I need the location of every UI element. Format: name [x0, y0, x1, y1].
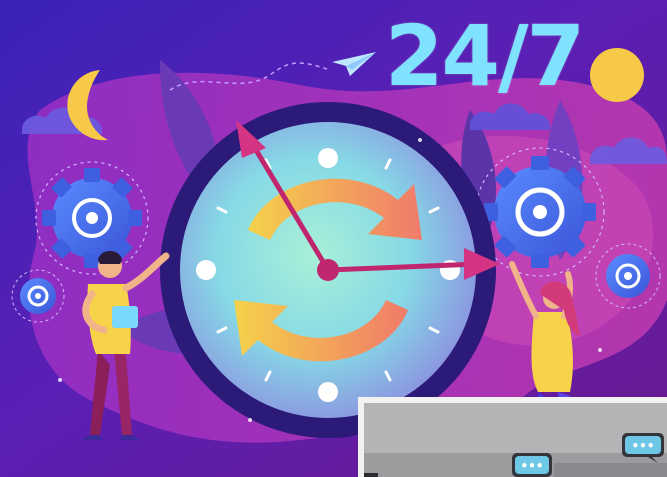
sun-icon	[590, 48, 644, 102]
photo-thumbnail: ••• •••	[358, 397, 667, 477]
stage: 24/7 ••• •••	[0, 0, 667, 477]
chat-bubble-dots-right: •••	[631, 439, 654, 453]
photo-scene: ••• •••	[364, 403, 667, 477]
chat-bubble-dots-left: •••	[520, 459, 543, 473]
headline-24-7: 24/7	[385, 7, 585, 105]
clock-center	[317, 259, 339, 281]
